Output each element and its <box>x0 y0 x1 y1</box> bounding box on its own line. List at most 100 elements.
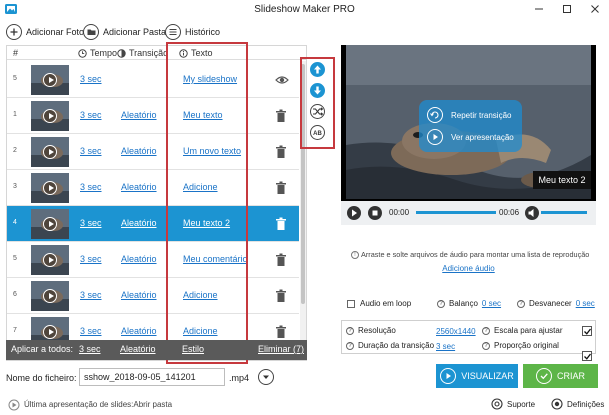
slide-transition[interactable]: Aleatório <box>121 218 157 228</box>
slide-row[interactable]: 53 sec Aleatório Meu comentário <box>7 242 299 278</box>
close-button[interactable] <box>581 0 609 18</box>
col-time-header[interactable]: Tempo <box>78 48 117 58</box>
audio-loop-checkbox[interactable] <box>347 299 355 308</box>
apply-all-time[interactable]: 3 sec <box>79 344 101 354</box>
format-dropdown-button[interactable] <box>258 369 274 385</box>
slide-transition[interactable]: Aleatório <box>121 254 157 264</box>
slide-time[interactable]: 3 sec <box>80 290 102 300</box>
stop-button[interactable] <box>368 206 382 220</box>
arrow-up-icon <box>314 65 321 74</box>
add-audio-link[interactable]: Adicione áudio <box>341 264 596 273</box>
apply-all-transition[interactable]: Aleatório <box>120 344 156 354</box>
time-current: 00:00 <box>389 208 410 217</box>
slide-row[interactable]: 53 sec My slideshow <box>7 62 299 98</box>
slide-row[interactable]: 13 sec Aleatório Meu texto <box>7 98 299 134</box>
balance-help-icon[interactable]: ? <box>437 299 445 308</box>
trash-icon[interactable] <box>275 217 287 231</box>
resolution-help-icon[interactable]: ? <box>346 326 354 335</box>
ab-text-icon: AB <box>313 131 322 137</box>
last-slideshow-icon <box>8 399 20 411</box>
trash-icon[interactable] <box>275 181 287 195</box>
slide-row[interactable]: 63 sec Aleatório Adicione <box>7 278 299 314</box>
last-slideshow-text[interactable]: Última apresentação de slides:Abrir past… <box>24 400 172 409</box>
play-icon[interactable] <box>43 253 57 267</box>
slide-row[interactable]: 43 sec Aleatório Meu texto 2 <box>7 206 299 242</box>
repeat-transition-button[interactable]: Repetir transição <box>427 107 511 123</box>
preview-button[interactable]: VISUALIZAR <box>436 364 518 388</box>
add-photo-button[interactable]: Adicionar Foto <box>6 22 84 42</box>
slide-time[interactable]: 3 sec <box>80 146 102 156</box>
remove-all-link[interactable]: Eliminar (7) <box>258 344 304 354</box>
slide-time[interactable]: 3 sec <box>80 218 102 228</box>
slide-row[interactable]: 23 sec Aleatório Um novo texto <box>7 134 299 170</box>
progress-slider[interactable] <box>416 211 496 214</box>
trash-icon[interactable] <box>275 109 287 123</box>
add-folder-button[interactable]: Adicionar Pasta <box>83 22 166 42</box>
balance-value[interactable]: 0 sec <box>482 299 501 308</box>
fade-value[interactable]: 0 sec <box>576 299 595 308</box>
apply-all-style[interactable]: Estilo <box>182 344 204 354</box>
shuffle-button[interactable] <box>310 104 325 119</box>
scale-help-icon[interactable]: ? <box>482 326 490 335</box>
slide-transition[interactable]: Aleatório <box>121 290 157 300</box>
trash-icon[interactable] <box>275 145 287 159</box>
slide-thumbnail[interactable] <box>31 137 69 167</box>
slide-thumbnail[interactable] <box>31 209 69 239</box>
resolution-value[interactable]: 2560x1440 <box>436 327 476 336</box>
slide-time[interactable]: 3 sec <box>80 254 102 264</box>
play-icon[interactable] <box>43 145 57 159</box>
settings-label: Definições <box>567 399 605 409</box>
slide-thumbnail[interactable] <box>31 281 69 311</box>
slide-transition[interactable]: Aleatório <box>121 110 157 120</box>
col-transition-header[interactable]: Transição <box>117 48 168 58</box>
slide-time[interactable]: 3 sec <box>80 110 102 120</box>
play-icon[interactable] <box>43 109 57 123</box>
proportion-checkbox[interactable] <box>582 351 592 361</box>
text-style-button[interactable]: AB <box>310 125 325 140</box>
slide-thumbnail[interactable] <box>31 101 69 131</box>
slide-transition[interactable]: Aleatório <box>121 182 157 192</box>
move-up-button[interactable] <box>310 62 325 77</box>
proportion-help-icon[interactable]: ? <box>482 341 490 350</box>
trash-icon[interactable] <box>275 289 287 303</box>
create-button[interactable]: CRIAR <box>523 364 598 388</box>
history-button[interactable]: Histórico <box>165 22 220 42</box>
eye-icon[interactable] <box>275 73 289 87</box>
filename-input[interactable] <box>79 368 225 386</box>
audio-loop-toggle[interactable]: Audio em loop <box>347 299 411 308</box>
minimize-button[interactable] <box>525 0 553 18</box>
play-icon[interactable] <box>43 73 57 87</box>
trash-icon[interactable] <box>275 325 287 339</box>
slide-transition[interactable]: Aleatório <box>121 146 157 156</box>
support-button[interactable]: Suporte <box>491 398 535 410</box>
status-bar: Última apresentação de slides:Abrir past… <box>0 394 609 415</box>
slide-transition[interactable]: Aleatório <box>121 326 157 336</box>
play-button[interactable] <box>347 206 361 220</box>
scale-setting: ? Escala para ajustar <box>482 326 562 335</box>
view-presentation-button[interactable]: Ver apresentação <box>427 129 514 145</box>
play-icon[interactable] <box>43 217 57 231</box>
duration-help-icon[interactable]: ? <box>346 341 354 350</box>
slide-time[interactable]: 3 sec <box>80 326 102 336</box>
slide-time[interactable]: 3 sec <box>80 182 102 192</box>
move-down-button[interactable] <box>310 83 325 98</box>
slide-thumbnail[interactable] <box>31 173 69 203</box>
play-icon[interactable] <box>43 181 57 195</box>
slide-row[interactable]: 33 sec Aleatório Adicione <box>7 170 299 206</box>
duration-value[interactable]: 3 sec <box>436 342 455 351</box>
volume-button[interactable] <box>525 206 539 220</box>
slide-time[interactable]: 3 sec <box>80 74 102 84</box>
audio-drop-zone[interactable]: ! Arraste e solte arquivos de áudio para … <box>341 245 596 275</box>
volume-slider[interactable] <box>541 211 587 214</box>
maximize-button[interactable] <box>553 0 581 18</box>
slide-thumbnail[interactable] <box>31 245 69 275</box>
settings-button[interactable]: Definições <box>551 398 604 410</box>
video-preview: Repetir transição Ver apresentação Meu t… <box>341 45 596 225</box>
scale-checkbox[interactable] <box>582 326 592 336</box>
trash-icon[interactable] <box>275 253 287 267</box>
slide-thumbnail[interactable] <box>31 65 69 95</box>
fade-help-icon[interactable]: ? <box>517 299 525 308</box>
resolution-label: Resolução <box>358 326 396 335</box>
play-icon[interactable] <box>43 325 57 339</box>
play-icon[interactable] <box>43 289 57 303</box>
